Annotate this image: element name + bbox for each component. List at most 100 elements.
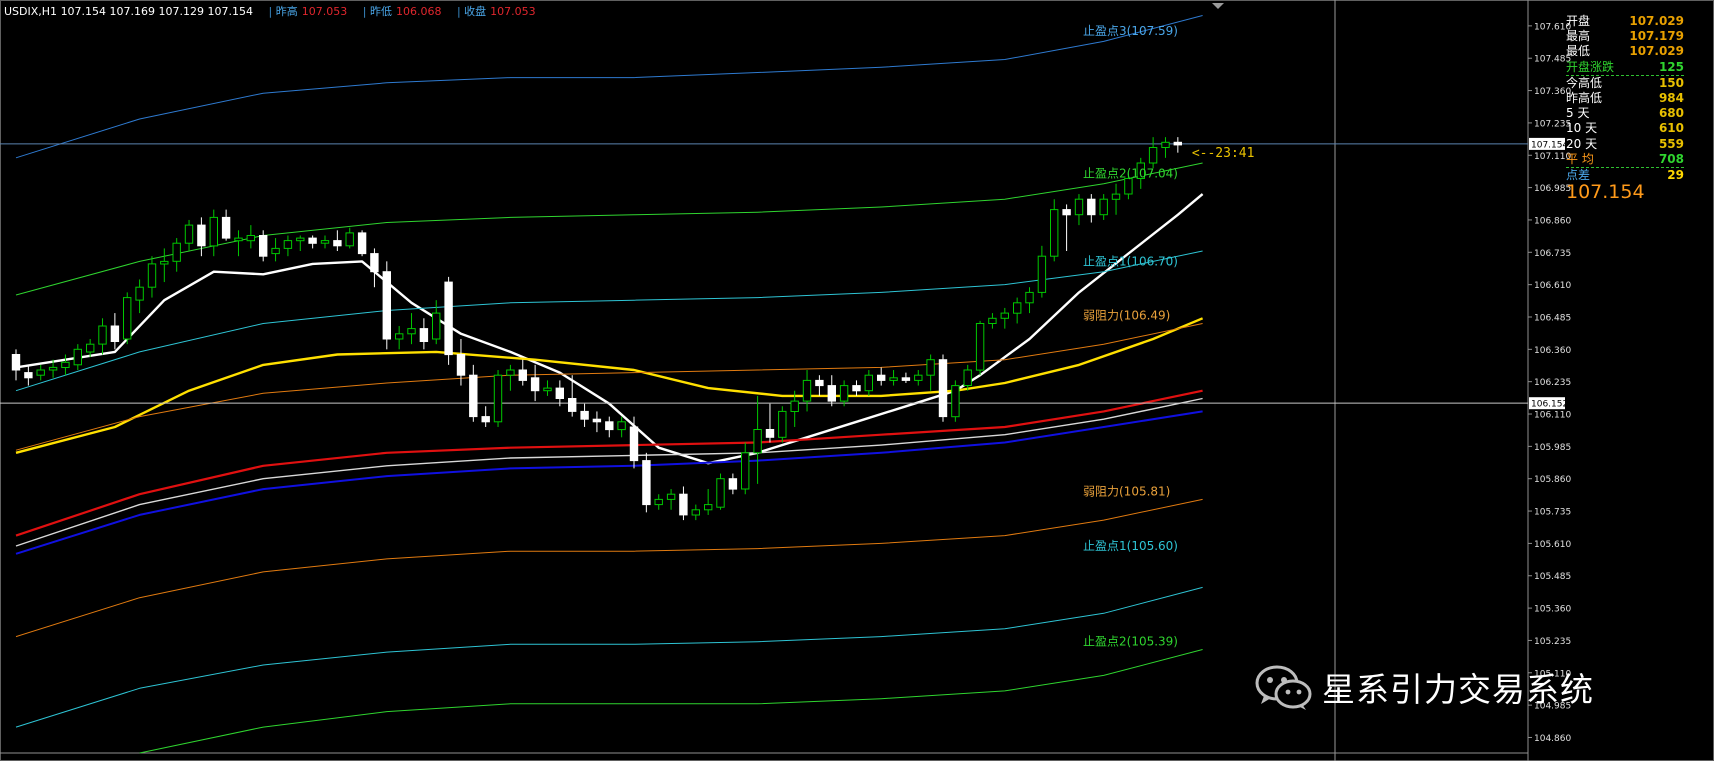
candle-bear bbox=[1173, 141, 1182, 146]
info-row: 10 天 610 bbox=[1566, 121, 1684, 136]
watermark-text: 星系引力交易系统 bbox=[1322, 670, 1594, 709]
candle-bull bbox=[271, 247, 280, 255]
countdown-label: <--23:41 bbox=[1192, 146, 1255, 161]
candle-bull bbox=[123, 297, 132, 340]
candle-bear bbox=[259, 235, 268, 257]
info-key: 今高低 bbox=[1566, 75, 1603, 90]
candle-bull bbox=[1161, 141, 1170, 149]
candle-bull bbox=[1111, 193, 1121, 200]
overlay-line-band_tp1_lower bbox=[15, 586, 1203, 728]
y-tick-label: 105.235 bbox=[1534, 637, 1571, 647]
candle-bear bbox=[419, 328, 429, 343]
close-value: 107.053 bbox=[490, 5, 536, 18]
y-tick-label: 105.485 bbox=[1534, 572, 1571, 582]
candle-bull bbox=[395, 333, 404, 340]
candle-bear bbox=[444, 281, 453, 356]
info-value: 559 bbox=[1658, 136, 1684, 151]
overlay-line-band_tp1_upper bbox=[15, 250, 1203, 392]
candle-bull bbox=[716, 478, 725, 508]
info-value: 107.029 bbox=[1629, 14, 1684, 28]
info-value: 680 bbox=[1658, 106, 1684, 121]
info-row: 昨高低 984 bbox=[1566, 91, 1684, 106]
candle-bull bbox=[1074, 198, 1084, 216]
candle-bear bbox=[481, 416, 490, 423]
candle-bear bbox=[370, 253, 379, 273]
y-tick-label: 106.610 bbox=[1534, 281, 1571, 291]
y-tick-label: 105.735 bbox=[1534, 508, 1571, 518]
candle-bear bbox=[592, 418, 602, 423]
candle-bull bbox=[778, 410, 787, 438]
info-row: 5 天 680 bbox=[1566, 106, 1684, 121]
candle-bull bbox=[839, 385, 849, 402]
candle-bear bbox=[827, 385, 836, 402]
candle-bull bbox=[1050, 209, 1059, 257]
candle-bear bbox=[357, 232, 367, 255]
chart-frame bbox=[0, 0, 1714, 761]
info-value: 610 bbox=[1658, 121, 1684, 136]
candle-bear bbox=[605, 421, 614, 431]
candle-bull bbox=[407, 328, 416, 335]
info-key: 平 均 bbox=[1566, 151, 1594, 166]
candle-bear bbox=[938, 359, 948, 418]
candle-bull bbox=[617, 421, 626, 431]
cursor-price-label: 106.152 bbox=[1531, 400, 1568, 410]
overlay-line-band_tp2_lower bbox=[139, 649, 1203, 754]
info-value: 708 bbox=[1658, 151, 1684, 166]
candle-bear bbox=[110, 325, 120, 342]
candle-bull bbox=[802, 379, 812, 402]
candle-bull bbox=[73, 348, 82, 366]
y-tick-label: 106.735 bbox=[1534, 249, 1571, 259]
candle-bull bbox=[691, 509, 700, 516]
price-chart[interactable]: 止盈点3(107.59) 止盈点2(107.04) 止盈点1(106.70) 弱阻力(… bbox=[0, 0, 1714, 761]
candle-bull bbox=[283, 240, 293, 249]
info-key: 开盘涨跌 bbox=[1566, 59, 1615, 74]
yesterday-low-label: 昨低 bbox=[369, 5, 392, 18]
candle-bear bbox=[629, 426, 639, 462]
y-tick-label: 105.985 bbox=[1534, 443, 1571, 453]
candle-bull bbox=[741, 452, 750, 490]
candle-bear bbox=[642, 460, 651, 506]
candle-bull bbox=[86, 343, 95, 353]
candle-bear bbox=[197, 224, 206, 247]
candle-bull bbox=[864, 374, 873, 392]
candle-bear bbox=[765, 429, 775, 438]
ohlc-values: 107.154 107.169 107.129 107.154 bbox=[60, 5, 254, 18]
yesterday-low-value: 106.068 bbox=[395, 5, 442, 18]
band-label: 止盈点2(107.04) bbox=[1083, 166, 1178, 180]
candle-bear bbox=[518, 369, 527, 381]
info-value: 150 bbox=[1658, 75, 1684, 90]
candle-bull bbox=[234, 237, 243, 242]
candle-bull bbox=[135, 286, 144, 301]
candle-bull bbox=[172, 242, 181, 262]
info-row: 开盘 107.029 bbox=[1566, 14, 1684, 29]
candle-bull bbox=[1099, 198, 1108, 216]
y-tick-label: 106.110 bbox=[1534, 411, 1571, 421]
candle-bear bbox=[221, 216, 231, 239]
candle-bull bbox=[61, 361, 70, 368]
candle-bull bbox=[432, 312, 441, 340]
candle-bull bbox=[160, 260, 169, 265]
band-label: 止盈点1(105.60) bbox=[1083, 539, 1178, 553]
candle-bear bbox=[11, 354, 21, 371]
candle-bear bbox=[728, 478, 738, 490]
current-price-label: 107.154 bbox=[1531, 140, 1568, 150]
close-label: 收盘 bbox=[464, 5, 487, 18]
info-row: 最低 107.029 bbox=[1566, 44, 1684, 59]
candle-bull bbox=[184, 224, 194, 244]
overlay-line-ma_red bbox=[15, 389, 1203, 537]
symbol-timeframe: USDIX,H1 bbox=[4, 5, 58, 18]
info-row: 20 天 559 bbox=[1566, 137, 1684, 152]
candle-bull bbox=[914, 374, 923, 381]
candle-bear bbox=[1062, 209, 1071, 216]
candle-bull bbox=[296, 237, 305, 242]
candle-bull bbox=[975, 323, 985, 371]
candle-bull bbox=[36, 369, 45, 376]
candle-bear bbox=[901, 377, 911, 381]
current-price-display: 107.154 bbox=[1566, 181, 1645, 204]
candle-bull bbox=[209, 216, 219, 247]
band-label: 止盈点1(106.70) bbox=[1083, 254, 1178, 268]
y-tick-label: 105.360 bbox=[1534, 605, 1571, 615]
candle-bull bbox=[704, 504, 713, 511]
candle-bull bbox=[951, 385, 960, 418]
wechat-logo-icon bbox=[1255, 665, 1312, 710]
